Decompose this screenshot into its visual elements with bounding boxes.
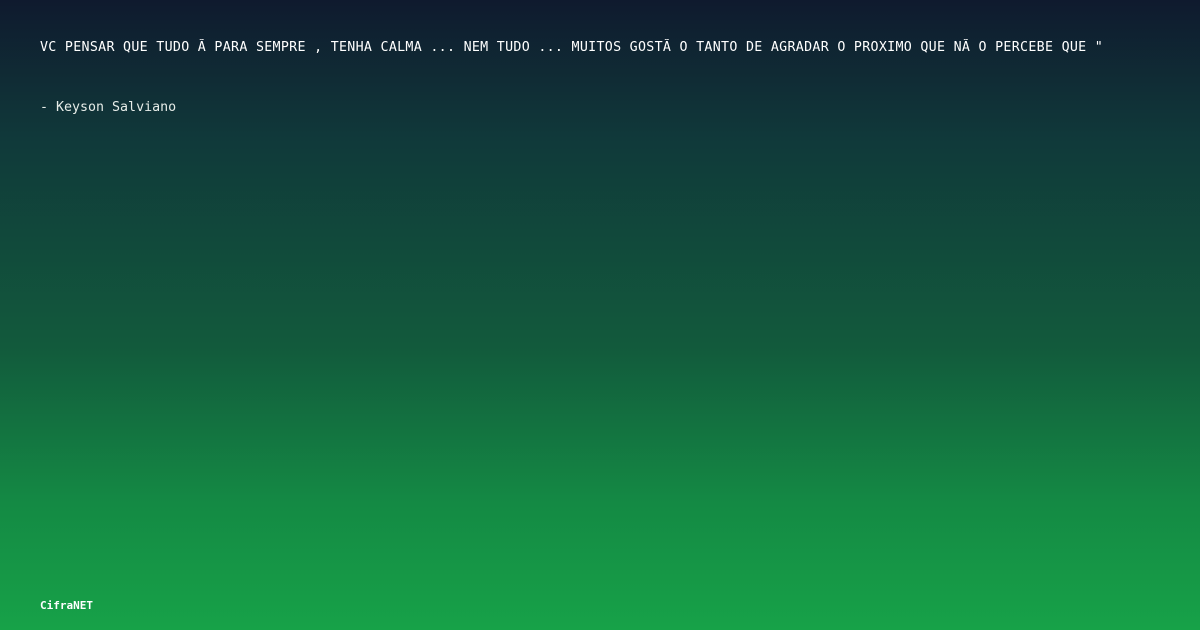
quote-card: VC PENSAR QUE TUDO Ã PARA SEMPRE , TENHA…	[0, 0, 1200, 630]
quote-author: - Keyson Salviano	[40, 100, 177, 115]
brand-logo-text: CifraNET	[40, 599, 93, 612]
quote-text: VC PENSAR QUE TUDO Ã PARA SEMPRE , TENHA…	[40, 40, 1104, 55]
